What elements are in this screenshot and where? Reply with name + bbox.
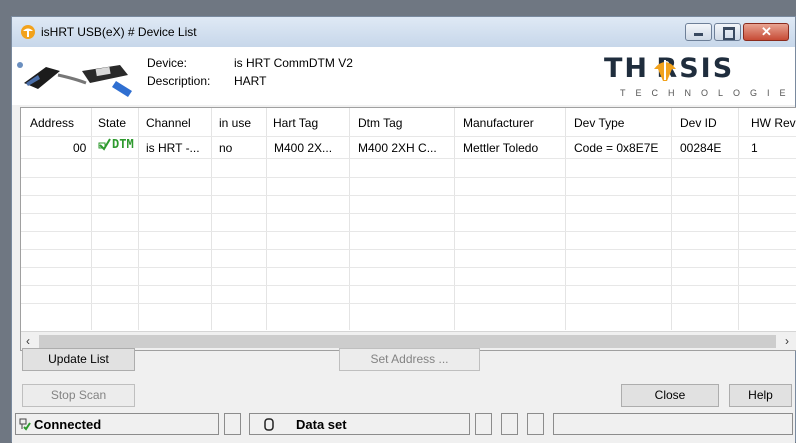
scroll-left-icon[interactable]: ‹: [26, 334, 30, 348]
status-panel-empty-4: [527, 413, 544, 435]
update-list-button[interactable]: Update List: [22, 348, 135, 371]
table-grid: Address State Channel in use Hart Tag Dt…: [21, 108, 796, 330]
maximize-icon: [723, 27, 735, 40]
title-bar: isHRT USB(eX) # Device List ✕: [12, 17, 795, 47]
cell-dtm-tag: M400 2XH C...: [358, 141, 437, 155]
close-window-button[interactable]: ✕: [743, 23, 789, 41]
maximize-button[interactable]: [714, 23, 741, 41]
device-label: Device:: [147, 56, 188, 70]
cell-address: 00: [73, 141, 87, 155]
help-button[interactable]: Help: [729, 384, 792, 407]
cell-in-use: no: [219, 141, 233, 155]
thorsis-logo: TH RSIS TECHNOLOGIES: [600, 53, 796, 101]
description-label: Description:: [147, 74, 211, 88]
close-button[interactable]: Close: [621, 384, 719, 407]
close-icon: ✕: [761, 24, 772, 39]
scroll-right-icon[interactable]: ›: [785, 334, 789, 348]
cell-dev-type: Code = 0x8E7E: [574, 141, 659, 155]
usb-device-image: [17, 62, 132, 97]
device-list-window: isHRT USB(eX) # Device List ✕ Device: is…: [11, 16, 796, 443]
status-data-set-text: Data set: [296, 417, 347, 432]
cell-hw-rev: 1: [751, 141, 758, 155]
device-list-table[interactable]: Address State Channel in use Hart Tag Dt…: [20, 107, 796, 351]
data-cylinder-icon: [264, 418, 274, 431]
stop-scan-button[interactable]: Stop Scan: [22, 384, 135, 407]
logo-emblem-icon: [654, 60, 676, 81]
cell-hart-tag: M400 2X...: [274, 141, 333, 155]
table-row[interactable]: 00 DTM is HRT -... no M400 2X... M400 2X…: [21, 108, 796, 158]
window-title: isHRT USB(eX) # Device List: [41, 25, 197, 39]
device-header: Device: is HRT CommDTM V2 Description: H…: [12, 47, 796, 105]
minimize-button[interactable]: [685, 23, 712, 41]
scrollbar-thumb[interactable]: [39, 335, 776, 348]
status-panel-data: Data set: [249, 413, 470, 435]
description-value: HART: [234, 74, 267, 88]
status-panel-empty-5: [553, 413, 793, 435]
device-value: is HRT CommDTM V2: [234, 56, 353, 70]
thorsis-app-icon: [21, 25, 35, 39]
cell-channel: is HRT -...: [146, 141, 200, 155]
logo-tagline: TECHNOLOGIES: [620, 88, 796, 98]
minimize-icon: [694, 33, 703, 36]
status-panel-empty-2: [475, 413, 492, 435]
cell-state: DTM: [112, 137, 134, 151]
set-address-button[interactable]: Set Address ...: [339, 348, 480, 371]
connected-plug-icon: [19, 418, 31, 431]
status-panel-empty-3: [501, 413, 518, 435]
status-bar: Connected Data set: [12, 410, 795, 443]
status-panel-connection: Connected: [15, 413, 219, 435]
cell-manufacturer: Mettler Toledo: [463, 141, 539, 155]
cell-dev-id: 00284E: [680, 141, 722, 155]
status-connected-text: Connected: [34, 417, 102, 432]
status-panel-empty-1: [224, 413, 241, 435]
state-connected-icon: [98, 137, 112, 154]
